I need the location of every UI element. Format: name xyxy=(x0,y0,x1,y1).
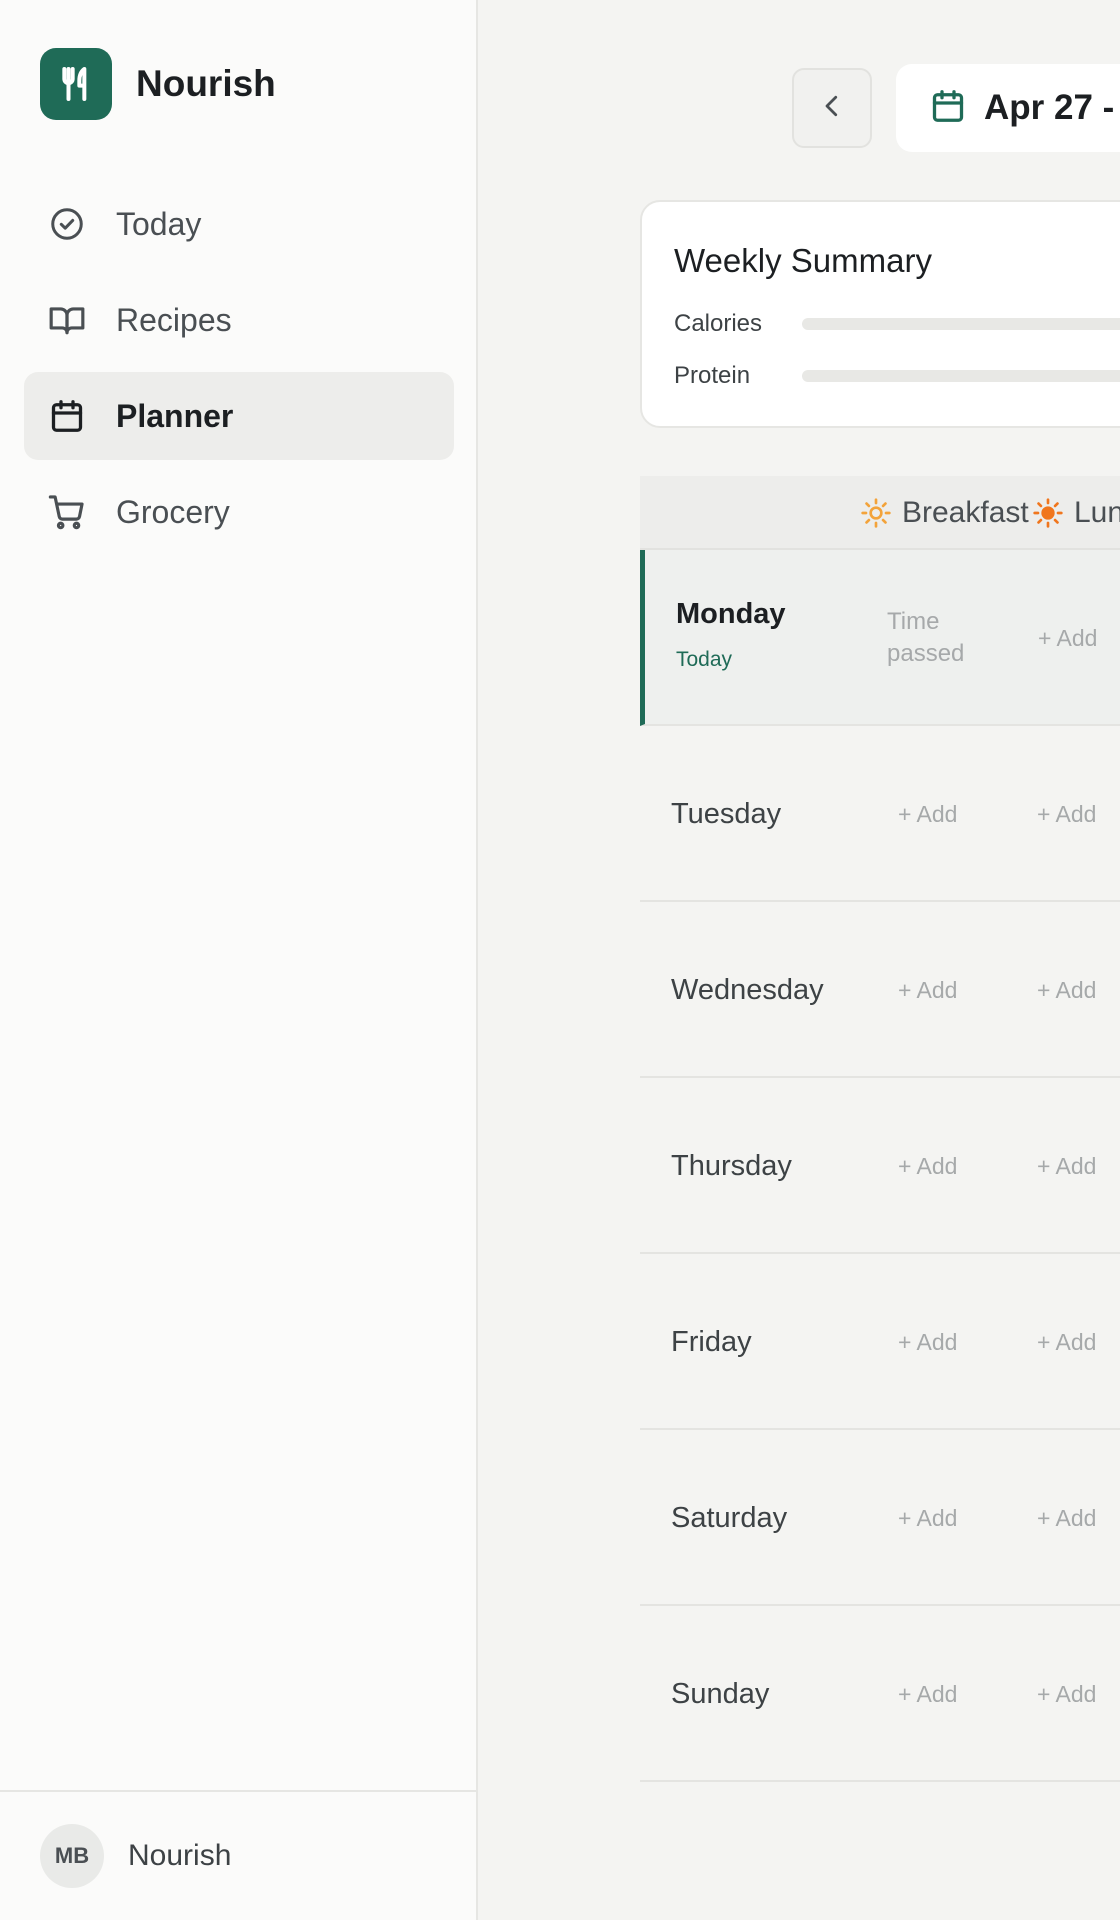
protein-metric: Protein xyxy=(674,362,1120,390)
day-name: Tuesday xyxy=(671,797,782,830)
sun-icon xyxy=(1032,497,1064,529)
brand[interactable]: Nourish xyxy=(40,48,276,120)
add-lunch-button[interactable]: + Add xyxy=(1037,726,1096,902)
day-row-friday: Friday + Add + Add xyxy=(640,1254,1120,1430)
add-breakfast-button[interactable]: + Add xyxy=(898,1254,957,1430)
shopping-cart-icon xyxy=(48,493,86,531)
add-breakfast-button[interactable]: + Add xyxy=(898,902,957,1078)
sidebar-item-planner[interactable]: Planner xyxy=(24,372,454,460)
add-breakfast-button[interactable]: + Add xyxy=(898,726,957,902)
column-header-lunch: Lunch xyxy=(1032,476,1120,550)
day-row-wednesday: Wednesday + Add + Add xyxy=(640,902,1120,1078)
avatar: MB xyxy=(40,1824,104,1888)
date-range-picker[interactable]: Apr 27 - M xyxy=(896,64,1120,152)
add-lunch-button[interactable]: + Add xyxy=(1037,1606,1096,1782)
breakfast-time-passed: Time passed xyxy=(887,608,965,667)
weekly-summary-card: Weekly Summary Calories Protein xyxy=(640,200,1120,428)
main-content: Apr 27 - M Weekly Summary Calories Prote… xyxy=(478,0,1120,1920)
sidebar-item-today[interactable]: Today xyxy=(24,180,454,268)
day-row-thursday: Thursday + Add + Add xyxy=(640,1078,1120,1254)
sidebar-item-label: Grocery xyxy=(116,493,230,530)
column-header-breakfast: Breakfast xyxy=(860,476,1029,550)
sidebar-item-label: Recipes xyxy=(116,301,232,338)
add-lunch-button[interactable]: + Add xyxy=(1037,1430,1096,1606)
day-name: Sunday xyxy=(671,1677,770,1710)
day-name: Saturday xyxy=(671,1501,788,1534)
chevron-left-icon xyxy=(817,91,847,126)
day-row-tuesday: Tuesday + Add + Add xyxy=(640,726,1120,902)
previous-week-button[interactable] xyxy=(792,68,872,148)
add-breakfast-button[interactable]: + Add xyxy=(898,1430,957,1606)
column-label: Lunch xyxy=(1074,496,1120,529)
sidebar: Nourish Today Recipes Planner Grocery MB… xyxy=(0,0,478,1920)
today-badge: Today xyxy=(676,648,733,671)
day-row-sunday: Sunday + Add + Add xyxy=(640,1606,1120,1782)
protein-progress-bar xyxy=(802,370,1120,382)
planner-header: Breakfast Lunch xyxy=(640,476,1120,550)
user-profile[interactable]: MB Nourish xyxy=(0,1790,476,1920)
fork-knife-icon xyxy=(40,48,112,120)
add-breakfast-button[interactable]: + Add xyxy=(898,1606,957,1782)
sidebar-item-label: Planner xyxy=(116,397,234,434)
sidebar-item-grocery[interactable]: Grocery xyxy=(24,468,454,556)
day-name: Monday xyxy=(676,598,786,630)
sidebar-nav: Today Recipes Planner Grocery xyxy=(24,180,454,564)
metric-label: Calories xyxy=(674,310,763,337)
day-name: Thursday xyxy=(671,1149,792,1182)
sun-icon xyxy=(860,497,892,529)
add-lunch-button[interactable]: + Add xyxy=(1038,550,1097,726)
day-row-saturday: Saturday + Add + Add xyxy=(640,1430,1120,1606)
date-range-label: Apr 27 - M xyxy=(984,88,1120,127)
calories-progress-bar xyxy=(802,318,1120,330)
calories-metric: Calories xyxy=(674,310,1120,338)
user-name: Nourish xyxy=(128,1839,232,1872)
add-lunch-button[interactable]: + Add xyxy=(1037,1078,1096,1254)
day-name: Friday xyxy=(671,1325,752,1358)
weekly-summary-title: Weekly Summary xyxy=(674,242,932,279)
add-lunch-button[interactable]: + Add xyxy=(1037,902,1096,1078)
add-lunch-button[interactable]: + Add xyxy=(1037,1254,1096,1430)
day-name: Wednesday xyxy=(671,973,824,1006)
sidebar-item-label: Today xyxy=(116,205,202,242)
calendar-icon xyxy=(930,88,966,129)
metric-label: Protein xyxy=(674,362,751,389)
open-book-icon xyxy=(48,301,86,339)
column-label: Breakfast xyxy=(902,496,1029,529)
day-row-monday: Monday Today Time passed + Add xyxy=(640,550,1120,726)
meal-planner-grid: Breakfast Lunch Monday Today Time passed… xyxy=(640,476,1120,1782)
sidebar-item-recipes[interactable]: Recipes xyxy=(24,276,454,364)
app-name: Nourish xyxy=(136,63,276,104)
check-circle-icon xyxy=(48,205,86,243)
add-breakfast-button[interactable]: + Add xyxy=(898,1078,957,1254)
calendar-icon xyxy=(48,397,86,435)
